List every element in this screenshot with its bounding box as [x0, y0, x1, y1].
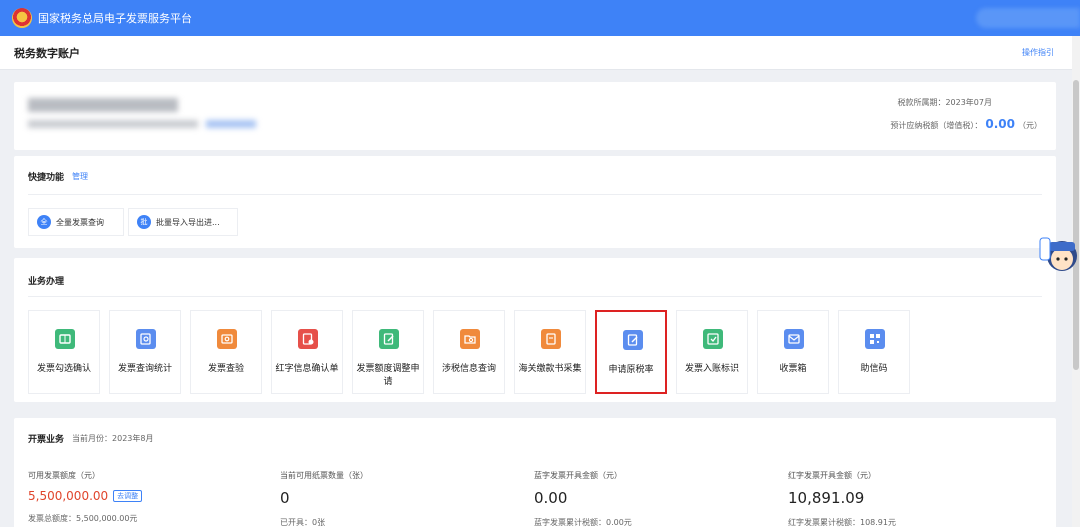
business-tile-label: 发票查验 [207, 364, 244, 374]
stat-value-text: 5,500,000.00 [28, 489, 109, 503]
company-name-redacted [28, 98, 178, 112]
tax-emblem-icon [12, 8, 32, 28]
stat-sub: 红字发票累计税额：108.91元 [788, 518, 896, 527]
stamp-icon [703, 329, 723, 349]
manage-link[interactable]: 管理 [72, 171, 88, 182]
business-tile-label: 红字信息确认单 [275, 364, 339, 374]
business-tile-label: 发票额度调整申请 [356, 364, 420, 387]
business-title: 业务办理 [28, 277, 65, 287]
business-tile[interactable]: 收票箱 [757, 310, 829, 394]
edit-doc-icon [379, 329, 399, 349]
search-doc-icon [136, 329, 156, 349]
business-tile-label: 发票查询统计 [117, 364, 172, 374]
adjust-button[interactable]: 去调整 [113, 490, 143, 502]
business-tile-label: 发票入账标识 [684, 364, 739, 374]
stat-label: 红字发票开具金额（元） [788, 471, 876, 480]
company-info-card: 税款所属期：2023年07月 预计应纳税额（增值税）： 0.00 （元） [14, 82, 1056, 150]
business-tile-label: 助信码 [860, 364, 888, 374]
scrollbar[interactable] [1072, 36, 1080, 527]
estimated-tax-amount: 0.00 [985, 117, 1015, 131]
stat-label: 当前可用纸票数量（张） [280, 471, 368, 480]
quick-item-invoice-query[interactable]: 全 全量发票查询 [28, 208, 124, 236]
top-nav-bar: 国家税务总局电子发票服务平台 [0, 0, 1080, 36]
qrcode-icon [865, 329, 885, 349]
quick-functions-header: 快捷功能 管理 [28, 170, 88, 183]
business-tile-label: 申请原税率 [608, 365, 654, 375]
invoice-business-title: 开票业务 [28, 435, 65, 445]
ticket-icon [55, 329, 75, 349]
quick-item-icon: 批 [137, 215, 151, 229]
estimated-tax-unit: （元） [1018, 121, 1042, 130]
business-tile[interactable]: 涉税信息查询 [433, 310, 505, 394]
mail-icon [784, 329, 804, 349]
business-tile-label: 海关缴款书采集 [518, 364, 582, 374]
assistant-mascot-icon[interactable] [1038, 232, 1080, 274]
stat-blue-invoice-amount: 蓝字发票开具金额（元） 0.00 蓝字发票累计税额：0.00元 [534, 470, 774, 527]
stat-label: 蓝字发票开具金额（元） [534, 471, 622, 480]
divider [28, 194, 1042, 195]
business-tile-label: 收票箱 [779, 364, 807, 374]
company-id-redacted [28, 120, 198, 128]
quick-functions-title: 快捷功能 [28, 173, 65, 183]
business-header: 业务办理 [28, 274, 64, 287]
stat-sub: 蓝字发票累计税额：0.00元 [534, 518, 632, 527]
business-tile[interactable]: 助信码 [838, 310, 910, 394]
business-tile-label: 涉税信息查询 [441, 364, 496, 374]
stat-value: 5,500,000.00 去调整 [28, 489, 268, 503]
apply-doc-icon [623, 330, 643, 350]
collect-doc-icon [541, 329, 561, 349]
stat-label: 可用发票额度（元） [28, 471, 100, 480]
business-tile[interactable]: 发票额度调整申请 [352, 310, 424, 394]
business-tile-label: 发票勾选确认 [36, 364, 91, 374]
business-tile[interactable]: 海关缴款书采集 [514, 310, 586, 394]
business-tile[interactable]: 红字信息确认单 [271, 310, 343, 394]
stat-sub: 已开具：0张 [280, 518, 326, 527]
folder-search-icon [460, 329, 480, 349]
divider [28, 296, 1042, 297]
stat-sub: 发票总额度：5,500,000.00元 [28, 514, 138, 523]
estimated-tax-label: 预计应纳税额（增值税）： [890, 121, 983, 130]
user-menu[interactable] [976, 8, 1080, 28]
platform-title: 国家税务总局电子发票服务平台 [38, 12, 192, 25]
page-title: 税务数字账户 [14, 46, 80, 60]
business-tile[interactable]: 发票入账标识 [676, 310, 748, 394]
quick-item-batch-import[interactable]: 批 批量导入导出进... [128, 208, 238, 236]
page-header: 税务数字账户 操作指引 [0, 36, 1080, 70]
business-card: 业务办理 发票勾选确认 发票查询统计 发票查验 红字信息确认单 发票额度调整申请 涉税信息… [14, 258, 1056, 402]
business-tile[interactable]: 发票勾选确认 [28, 310, 100, 394]
estimated-tax: 预计应纳税额（增值税）： 0.00 （元） [890, 117, 1042, 131]
stat-paper-invoices: 当前可用纸票数量（张） 0 已开具：0张 [280, 470, 520, 527]
company-switch-link[interactable] [206, 120, 256, 128]
business-tile[interactable]: 申请原税率 [595, 310, 667, 394]
stat-available-quota: 可用发票额度（元） 5,500,000.00 去调整 发票总额度：5,500,0… [28, 470, 268, 524]
invoice-business-header: 开票业务 当前月份：2023年8月 [28, 432, 153, 445]
stat-value: 10,891.09 [788, 489, 865, 507]
quick-item-label: 全量发票查询 [56, 217, 104, 227]
stat-red-invoice-amount: 红字发票开具金额（元） 10,891.09 红字发票累计税额：108.91元 [788, 470, 1028, 527]
business-tile[interactable]: 发票查验 [190, 310, 262, 394]
stat-value: 0.00 [534, 489, 568, 507]
quick-item-label: 批量导入导出进... [156, 217, 220, 227]
invoice-business-card: 开票业务 当前月份：2023年8月 可用发票额度（元） 5,500,000.00… [14, 418, 1056, 527]
quick-functions-card: 快捷功能 管理 全 全量发票查询 批 批量导入导出进... [14, 156, 1056, 248]
quick-item-icon: 全 [37, 215, 51, 229]
stat-value: 0 [280, 489, 290, 507]
current-month: 当前月份：2023年8月 [72, 434, 154, 443]
guide-link[interactable]: 操作指引 [1022, 47, 1054, 58]
tax-period: 税款所属期：2023年07月 [897, 98, 992, 107]
scan-icon [217, 329, 237, 349]
doc-check-icon [298, 329, 318, 349]
scrollbar-thumb[interactable] [1073, 80, 1079, 370]
business-tile[interactable]: 发票查询统计 [109, 310, 181, 394]
